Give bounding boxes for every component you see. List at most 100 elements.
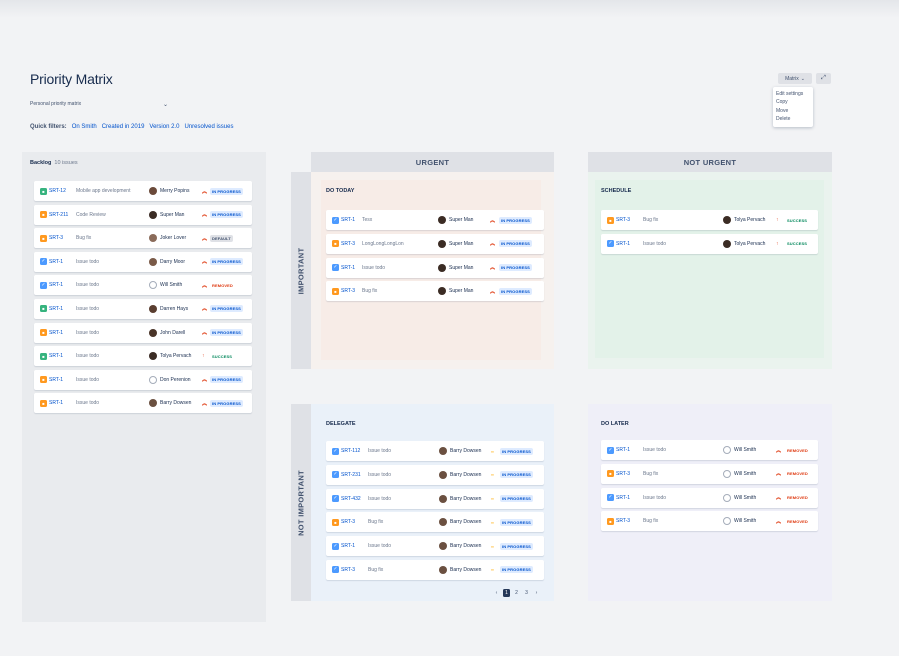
issue-card[interactable]: ■ SRT-3 Bug fix Joker Lover ︽ DEFAULT: [34, 228, 252, 249]
quick-filter-unresolved[interactable]: Unresolved issues: [184, 124, 233, 130]
issue-key[interactable]: SRT-1: [616, 447, 630, 453]
issue-card[interactable]: ✓ SRT-1 Issue todo Super Man ︽ IN PROGRESS: [326, 257, 544, 278]
issue-card[interactable]: ■ SRT-3 Bug fix Tolya Pervach ↑ SUCCESS: [601, 210, 818, 230]
issue-key[interactable]: SRT-1: [616, 241, 630, 247]
issue-key[interactable]: SRT-231: [341, 472, 361, 478]
issue-key[interactable]: SRT-3: [341, 567, 355, 573]
menu-item-delete[interactable]: Delete: [776, 115, 810, 123]
issue-card[interactable]: ■ SRT-3 Bug fix Will Smith ︽ REMOVED: [601, 463, 818, 484]
issue-card[interactable]: ■ SRT-3 Bug fix Super Man ︽ IN PROGRESS: [326, 281, 544, 302]
issue-key[interactable]: SRT-1: [616, 495, 630, 501]
issue-card[interactable]: ✓ SRT-1 Issue todo Darry Moor ︽ IN PROGRESS: [34, 251, 252, 272]
issue-card[interactable]: ■ SRT-3 Bug fix Barry Dowsen ═ IN PROGRESS: [326, 512, 544, 533]
chevron-left-icon[interactable]: ‹: [493, 589, 500, 597]
bug-type-icon: ■: [607, 517, 614, 525]
avatar: [149, 281, 157, 290]
issue-summary: Issue todo: [76, 353, 100, 360]
issue-summary: Bug fix: [368, 519, 384, 526]
issue-card[interactable]: ✓ SRT-231 Issue todo Barry Dowsen ═ IN PROGRE…: [326, 464, 544, 485]
issue-key[interactable]: SRT-112: [341, 448, 360, 454]
issue-key[interactable]: SRT-1: [49, 353, 63, 359]
quick-filter-on-smith[interactable]: On Smith: [72, 124, 97, 130]
issue-key[interactable]: SRT-1: [49, 282, 63, 288]
issue-key[interactable]: SRT-3: [616, 518, 630, 524]
issue-card[interactable]: ■ SRT-3 Bug fix Will Smith ︽ REMOVED: [601, 511, 818, 532]
task-type-icon: ✓: [332, 264, 339, 272]
issue-card[interactable]: ✓ SRT-1 Tesx Super Man ︽ IN PROGRESS: [326, 210, 544, 230]
issue-card[interactable]: ■ SRT-1 Issue todo Barry Dowsen ︽ IN PROGRESS: [34, 393, 252, 414]
priority-high-icon: ︽: [202, 282, 208, 289]
task-type-icon: ✓: [332, 471, 339, 479]
bug-type-icon: ■: [332, 518, 339, 526]
quadrant-do-later: DO LATER ✓ SRT-1 Issue todo Will Smith ︽ REMO…: [588, 404, 832, 601]
issue-card[interactable]: ■ SRT-1 Issue todo Tolya Pervach ↑ SUCCESS: [34, 346, 252, 367]
issue-card[interactable]: ✓ SRT-3 Bug fix Barry Dowsen ═ IN PROGRESS: [326, 559, 544, 580]
priority-high-icon: ︽: [202, 235, 208, 242]
status-badge: IN PROGRESS: [210, 329, 243, 337]
page-3[interactable]: 3: [523, 589, 530, 597]
board-select[interactable]: Personal priority matrix ⌄: [30, 98, 168, 110]
issue-card[interactable]: ■ SRT-3 LongLongLongLon Super Man ︽ IN PROGRE…: [326, 233, 544, 254]
avatar: [149, 304, 157, 313]
issue-card[interactable]: ✓ SRT-1 Issue todo Will Smith ︽ REMOVED: [601, 440, 818, 460]
issue-card[interactable]: ■ SRT-211 Code Review Super Man ︽ IN PROGRESS: [34, 204, 252, 225]
issue-summary: Code Review: [76, 211, 106, 218]
view-select-button[interactable]: Matrix ⌄: [778, 73, 812, 84]
issue-card[interactable]: ✓ SRT-432 Issue todo Barry Dowsen ═ IN PROGRE…: [326, 488, 544, 509]
issue-key[interactable]: SRT-3: [341, 288, 355, 294]
assignee-name: Super Man: [449, 288, 474, 295]
priority-high-icon: ︽: [490, 217, 496, 224]
issue-card[interactable]: ■ SRT-1 Issue todo Don Perenion ︽ IN PROGRESS: [34, 369, 252, 390]
expand-button[interactable]: ⤢: [816, 73, 831, 84]
issue-summary: Mobile app development: [76, 188, 131, 194]
issue-key[interactable]: SRT-3: [616, 217, 630, 223]
issue-card[interactable]: ■ SRT-12 Mobile app development Merry Popin…: [34, 181, 252, 201]
menu-item-move[interactable]: Move: [776, 107, 810, 115]
issue-key[interactable]: SRT-3: [616, 471, 630, 477]
task-type-icon: ✓: [332, 495, 339, 503]
issue-key[interactable]: SRT-1: [341, 543, 355, 549]
assignee-name: Barry Dowsen: [160, 400, 192, 407]
quick-filter-version[interactable]: Version 2.0: [149, 124, 179, 130]
page-2[interactable]: 2: [513, 589, 520, 597]
issue-key[interactable]: SRT-432: [341, 496, 361, 502]
bug-type-icon: ■: [40, 399, 47, 407]
issue-card[interactable]: ✓ SRT-1 Issue todo Tolya Pervach ↑ SUCCESS: [601, 233, 818, 254]
issue-key[interactable]: SRT-1: [49, 377, 63, 383]
assignee-name: Super Man: [449, 240, 474, 247]
bug-type-icon: ■: [607, 470, 614, 478]
issue-key[interactable]: SRT-1: [49, 400, 63, 406]
issue-key[interactable]: SRT-12: [49, 188, 66, 194]
menu-item-edit-settings[interactable]: Edit settings: [776, 90, 810, 98]
quadrant-list: ✓ SRT-1 Issue todo Will Smith ︽ REMOVED ■ SRT-3…: [601, 440, 818, 535]
issue-card[interactable]: ■ SRT-1 Issue todo John Darell ︽ IN PROGRESS: [34, 322, 252, 343]
issue-key[interactable]: SRT-1: [341, 217, 355, 223]
issue-key[interactable]: SRT-3: [341, 519, 355, 525]
issue-key[interactable]: SRT-1: [49, 306, 63, 312]
quadrant-title: DO LATER: [601, 421, 629, 427]
issue-card[interactable]: ✓ SRT-1 Issue todo Will Smith ︽ REMOVED: [34, 275, 252, 296]
issue-card[interactable]: ✓ SRT-1 Issue todo Will Smith ︽ REMOVED: [601, 487, 818, 508]
issue-key[interactable]: SRT-3: [49, 235, 63, 241]
issue-card[interactable]: ✓ SRT-112 Issue todo Barry Dowsen ═ IN PROGRE…: [326, 441, 544, 461]
issue-key[interactable]: SRT-211: [49, 212, 68, 218]
quick-filter-created-2019[interactable]: Created in 2019: [102, 124, 145, 130]
status-badge: IN PROGRESS: [210, 258, 243, 266]
priority-medium-icon: ═: [491, 567, 494, 573]
issue-key[interactable]: SRT-1: [49, 259, 63, 265]
issue-summary: Bug fix: [643, 470, 659, 477]
issue-card[interactable]: ✓ SRT-1 Issue todo Barry Dowsen ═ IN PROGRESS: [326, 536, 544, 557]
status-badge: SUCCESS: [212, 353, 233, 359]
avatar: [723, 517, 731, 526]
avatar: [438, 239, 446, 248]
assignee-name: Darry Moor: [160, 258, 186, 265]
chevron-right-icon[interactable]: ›: [533, 589, 540, 597]
priority-high-icon: ︽: [202, 259, 208, 266]
issue-key[interactable]: SRT-3: [341, 241, 355, 247]
task-type-icon: ✓: [332, 447, 339, 455]
issue-key[interactable]: SRT-1: [341, 265, 355, 271]
issue-key[interactable]: SRT-1: [49, 330, 63, 336]
page-1[interactable]: 1: [503, 589, 510, 597]
issue-card[interactable]: ■ SRT-1 Issue todo Darren Hays ︽ IN PROGRESS: [34, 298, 252, 319]
menu-item-copy[interactable]: Copy: [776, 98, 810, 106]
